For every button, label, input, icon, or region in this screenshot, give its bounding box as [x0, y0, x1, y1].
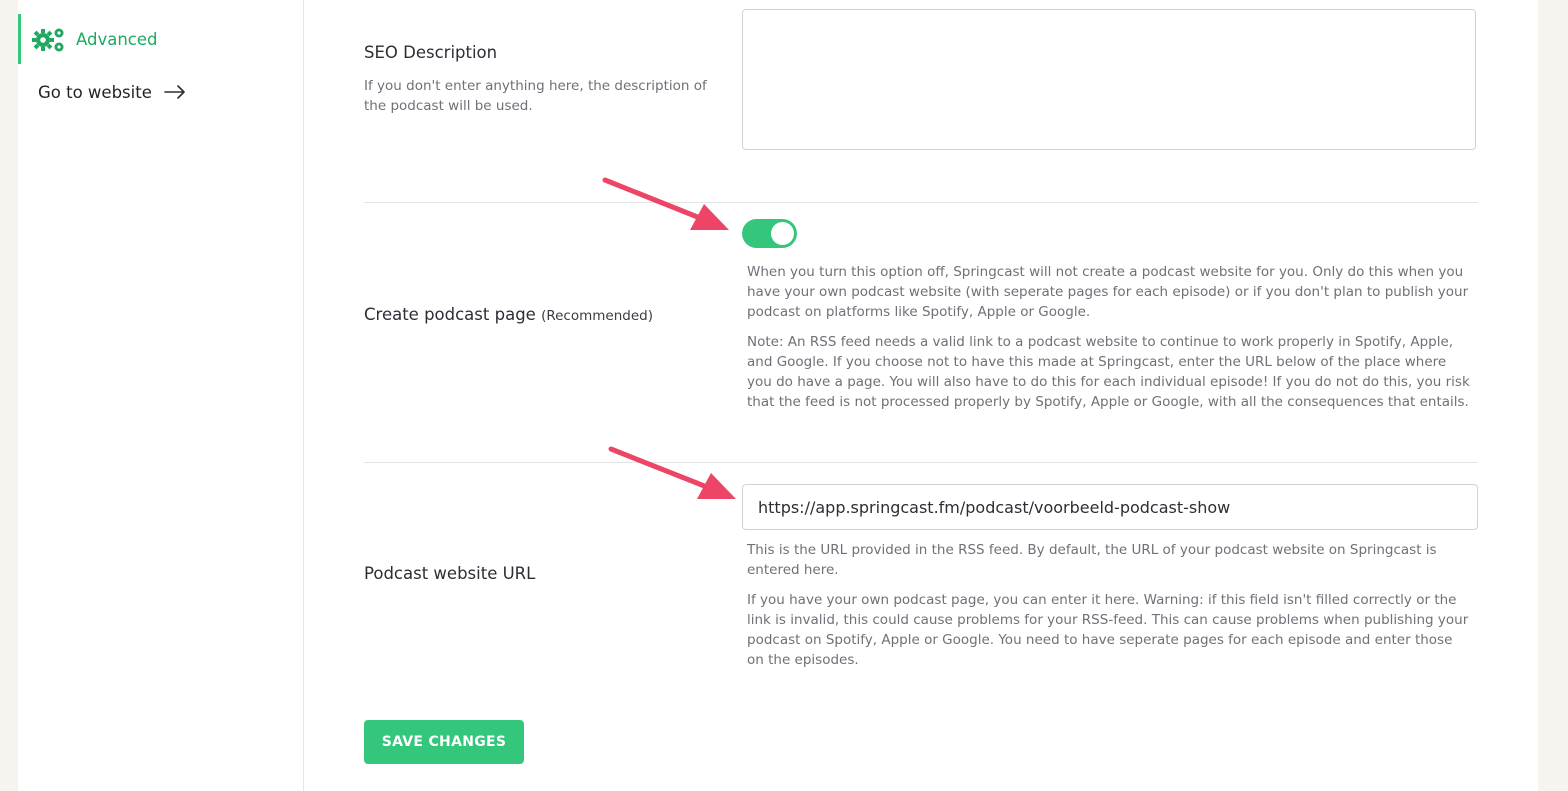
go-to-website-label: Go to website [38, 82, 152, 102]
seo-description-label: SEO Description [364, 43, 498, 62]
sidebar-item-label: Advanced [76, 29, 158, 49]
create-podcast-page-note: Note: An RSS feed needs a valid link to … [747, 334, 1470, 410]
create-podcast-page-toggle[interactable] [742, 219, 797, 248]
podcast-website-url-warning: If you have your own podcast page, you c… [747, 592, 1469, 668]
create-podcast-page-label-text: Create podcast page [364, 305, 536, 324]
divider [364, 202, 1478, 203]
podcast-website-url-input[interactable]: https://app.springcast.fm/podcast/voorbe… [742, 484, 1478, 530]
divider [364, 462, 1478, 463]
podcast-website-url-help: This is the URL provided in the RSS feed… [747, 542, 1437, 578]
page-background-right [1538, 0, 1568, 791]
create-podcast-page-label: Create podcast page (Recommended) [364, 305, 653, 324]
sidebar-item-advanced[interactable]: Advanced [18, 14, 303, 64]
create-podcast-page-help: When you turn this option off, Springcas… [747, 264, 1469, 320]
sidebar: Advanced Go to website [18, 0, 304, 791]
seo-description-help: If you don't enter anything here, the de… [364, 78, 707, 114]
seo-description-textarea[interactable] [742, 9, 1476, 150]
toggle-knob [771, 222, 794, 245]
podcast-website-url-label: Podcast website URL [364, 564, 536, 583]
gears-icon [32, 28, 64, 52]
go-to-website-link[interactable]: Go to website [38, 80, 186, 104]
recommended-note: (Recommended) [541, 308, 653, 324]
arrow-right-icon [164, 85, 185, 99]
save-changes-button[interactable]: SAVE CHANGES [364, 720, 524, 764]
